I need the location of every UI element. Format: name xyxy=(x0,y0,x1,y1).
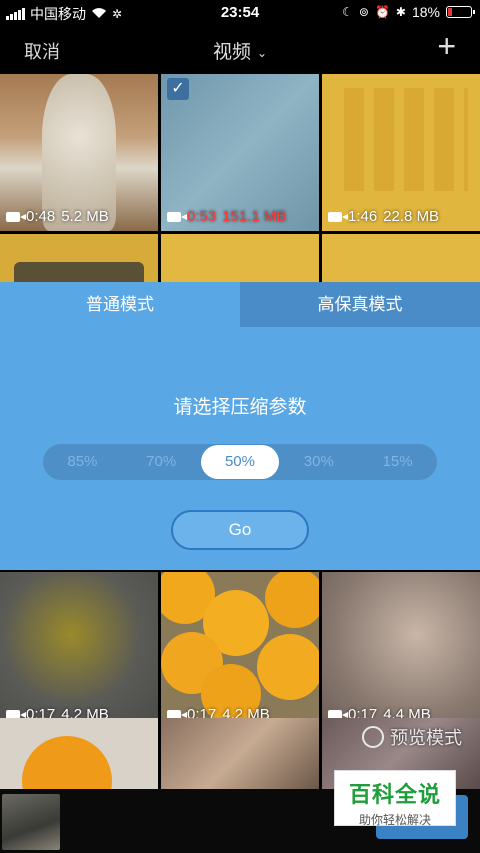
video-size: 5.2 MB xyxy=(61,208,109,225)
preview-mode-label: 预览模式 xyxy=(390,728,462,748)
watermark-title: 百科全说 xyxy=(348,782,441,807)
mode-tabs: 普通模式 高保真模式 xyxy=(0,282,480,327)
option-30[interactable]: 30% xyxy=(279,444,358,480)
video-size: 151.1 MB xyxy=(222,208,287,225)
selected-thumbnail[interactable] xyxy=(2,794,60,850)
album-title: 视频 xyxy=(212,42,251,63)
option-85[interactable]: 85% xyxy=(43,444,122,480)
compression-ratio-selector: 85% 70% 50% 30% 15% xyxy=(43,444,437,480)
video-caption: 0:53 151.1 MB xyxy=(167,208,286,225)
orientation-lock-icon: ⊚ xyxy=(358,5,369,19)
video-tile[interactable] xyxy=(161,718,319,790)
video-caption: 1:46 22.8 MB xyxy=(328,208,439,225)
radio-circle-icon xyxy=(362,726,384,748)
video-camera-icon xyxy=(328,211,348,222)
video-tile[interactable]: 0:48 5.2 MB xyxy=(0,74,158,231)
video-duration: 0:48 xyxy=(26,208,56,225)
tab-normal-mode[interactable]: 普通模式 xyxy=(0,282,240,327)
video-duration: 1:46 xyxy=(348,208,378,225)
bluetooth-icon: ✱ xyxy=(395,5,406,19)
video-camera-icon xyxy=(167,211,187,222)
video-caption: 0:48 5.2 MB xyxy=(6,208,109,225)
orange xyxy=(265,572,319,628)
alarm-icon: ⏰ xyxy=(374,5,390,19)
compression-prompt: 请选择压缩参数 xyxy=(173,397,307,418)
album-selector[interactable]: 视频 ⌄ xyxy=(0,37,480,64)
video-tile[interactable] xyxy=(0,718,158,790)
watermark-logo: 百科全说 助你轻松解决 xyxy=(334,770,456,827)
battery-icon xyxy=(446,6,475,18)
moon-icon: ☾ xyxy=(342,5,353,19)
nav-bar: 取消 视频 ⌄ + xyxy=(0,26,480,74)
video-duration: 0:53 xyxy=(187,208,217,225)
go-button[interactable]: Go xyxy=(171,510,309,550)
tab-high-fidelity-mode[interactable]: 高保真模式 xyxy=(240,282,480,327)
video-tile[interactable]: 0:17 4.2 MB xyxy=(161,572,319,729)
status-right: ☾ ⊚ ⏰ ✱ 18% xyxy=(342,4,475,20)
video-size: 22.8 MB xyxy=(383,208,440,225)
video-camera-icon xyxy=(6,211,26,222)
add-button[interactable]: + xyxy=(437,30,456,62)
video-tile-selected[interactable]: ✓ 0:53 151.1 MB xyxy=(161,74,319,231)
option-50[interactable]: 50% xyxy=(200,445,280,479)
status-bar: 中国移动 ✲ 23:54 ☾ ⊚ ⏰ ✱ 18% xyxy=(0,0,480,26)
compression-dialog: 普通模式 高保真模式 请选择压缩参数 85% 70% 50% 30% 15% G… xyxy=(0,282,480,570)
preview-mode-toggle[interactable]: 预览模式 xyxy=(362,724,462,750)
option-15[interactable]: 15% xyxy=(358,444,437,480)
checkmark-icon[interactable]: ✓ xyxy=(167,78,189,100)
video-tile[interactable]: 0:17 4.2 MB xyxy=(0,572,158,729)
video-tile[interactable]: 0:17 4.4 MB xyxy=(322,572,480,729)
battery-fill xyxy=(448,8,453,16)
orange xyxy=(257,634,319,700)
orange xyxy=(22,736,112,790)
video-tile[interactable]: 1:46 22.8 MB xyxy=(322,74,480,231)
battery-percent: 18% xyxy=(411,4,440,20)
watermark-subtitle: 助你轻松解决 xyxy=(358,813,431,827)
option-70[interactable]: 70% xyxy=(122,444,201,480)
chevron-down-icon: ⌄ xyxy=(256,45,268,60)
phone-screen-graphic xyxy=(334,88,468,191)
